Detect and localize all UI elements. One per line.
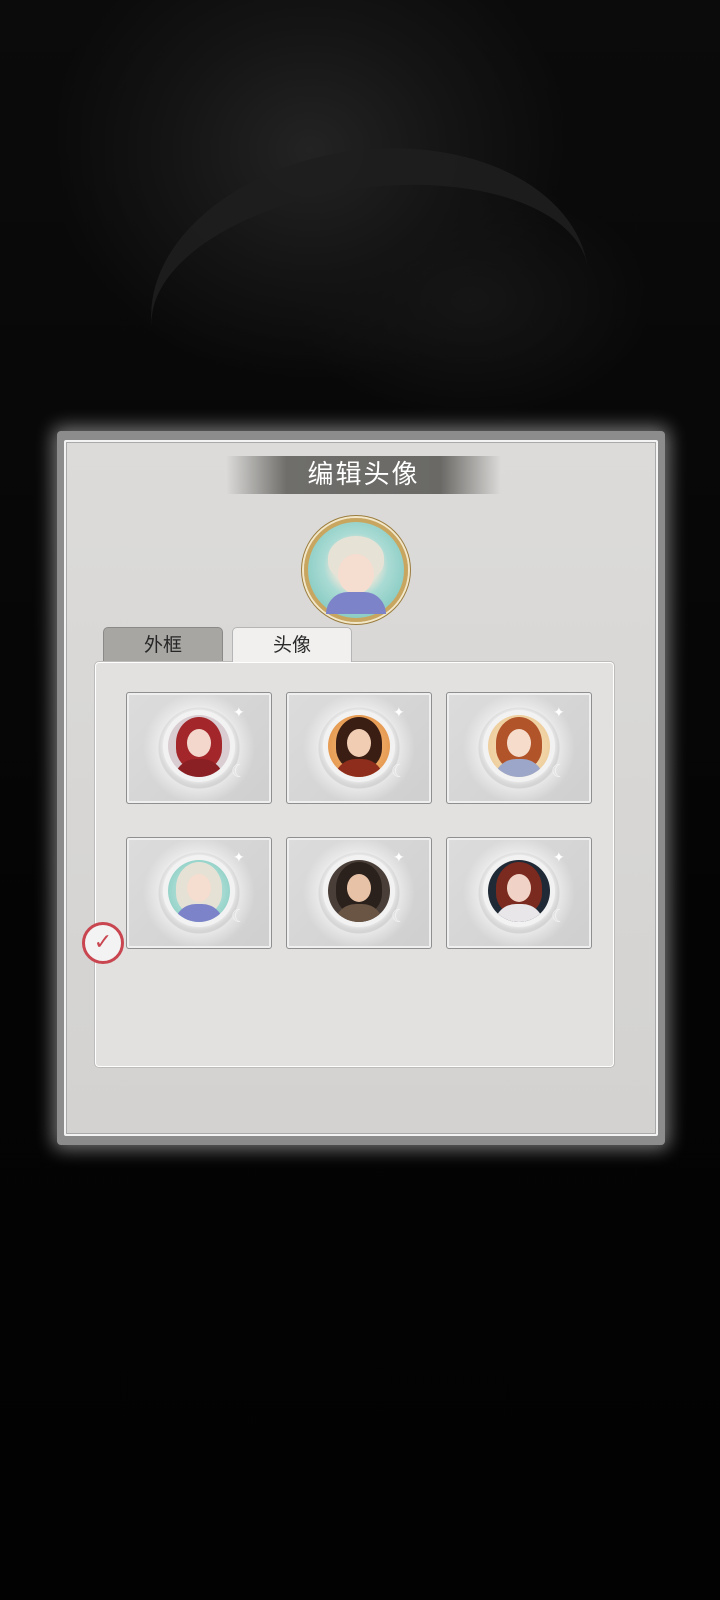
tab-frame[interactable]: 外框 [103, 627, 223, 662]
avatar-dark-hair-gold-crown-icon [328, 715, 390, 777]
avatar-ring [483, 710, 555, 782]
sparkle-icon: ✦ [233, 850, 245, 866]
moon-icon: ☾ [551, 906, 568, 927]
current-avatar-dress [326, 592, 386, 614]
current-avatar-preview [304, 518, 408, 622]
moon-icon: ☾ [551, 761, 568, 782]
dialog-body: 编辑头像 外框 头像 ✦ ☾ ✦ ☾ ✦ ☾ ✦ ☾ ✦ ☾ ✦ ☾ ✓ [64, 440, 658, 1136]
tab-avatar[interactable]: 头像 [232, 627, 352, 662]
sparkle-icon: ✦ [553, 850, 565, 866]
sparkle-icon: ✦ [233, 705, 245, 721]
moon-icon: ☾ [391, 906, 408, 927]
avatar-option-1[interactable]: ✦ ☾ [126, 692, 272, 804]
avatar-grid-panel: ✦ ☾ ✦ ☾ ✦ ☾ ✦ ☾ ✦ ☾ ✦ ☾ [95, 662, 614, 1067]
avatar-ring [323, 710, 395, 782]
avatar-option-5[interactable]: ✦ ☾ [286, 837, 432, 949]
avatar-ring [163, 710, 235, 782]
avatar-auburn-hair-girl-icon [488, 715, 550, 777]
avatar-ring [163, 855, 235, 927]
avatar-option-6[interactable]: ✦ ☾ [446, 837, 592, 949]
sparkle-icon: ✦ [553, 705, 565, 721]
selected-check-icon: ✓ [82, 922, 124, 964]
avatar-option-2[interactable]: ✦ ☾ [286, 692, 432, 804]
moon-icon: ☾ [231, 761, 248, 782]
edit-avatar-dialog: 编辑头像 外框 头像 ✦ ☾ ✦ ☾ ✦ ☾ ✦ ☾ ✦ ☾ ✦ ☾ ✓ [57, 431, 665, 1145]
avatar-silver-hair-girl-icon [168, 860, 230, 922]
avatar-ring [483, 855, 555, 927]
avatar-ring [323, 855, 395, 927]
avatar-option-3[interactable]: ✦ ☾ [446, 692, 592, 804]
avatar-brown-hair-man-hat-icon [328, 860, 390, 922]
sparkle-icon: ✦ [393, 705, 405, 721]
dialog-title: 编辑头像 [307, 460, 420, 490]
avatar-option-4[interactable]: ✦ ☾ [126, 837, 272, 949]
avatar-red-hair-lady-icon [168, 715, 230, 777]
moon-icon: ☾ [391, 761, 408, 782]
current-avatar-face [338, 554, 374, 594]
moon-icon: ☾ [231, 906, 248, 927]
avatar-red-hair-dark-bg-icon [488, 860, 550, 922]
title-banner: 编辑头像 [226, 456, 501, 494]
sparkle-icon: ✦ [393, 850, 405, 866]
